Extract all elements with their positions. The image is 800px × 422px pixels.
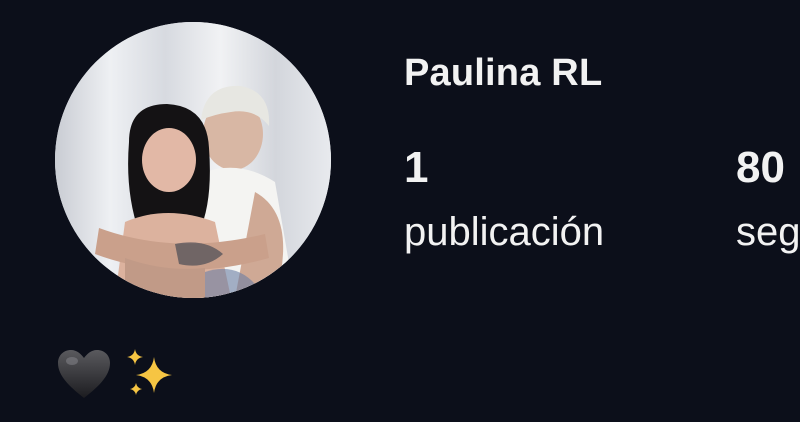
posts-count: 1 [404,143,429,192]
followers-count: 80 [736,143,785,192]
profile-avatar[interactable] [55,22,331,298]
posts-label: publicación [404,210,605,254]
stat-posts[interactable]: 1 publicación [404,143,605,254]
avatar-photo [55,22,331,298]
profile-display-name: Paulina RL [404,52,603,94]
followers-label: seg [736,210,800,254]
sparkles-icon [127,349,172,395]
profile-bio [56,344,178,404]
black-heart-icon [58,350,110,398]
profile-header: Paulina RL 1 publicación 80 seg [0,0,800,422]
stat-followers[interactable]: 80 seg [736,143,800,254]
